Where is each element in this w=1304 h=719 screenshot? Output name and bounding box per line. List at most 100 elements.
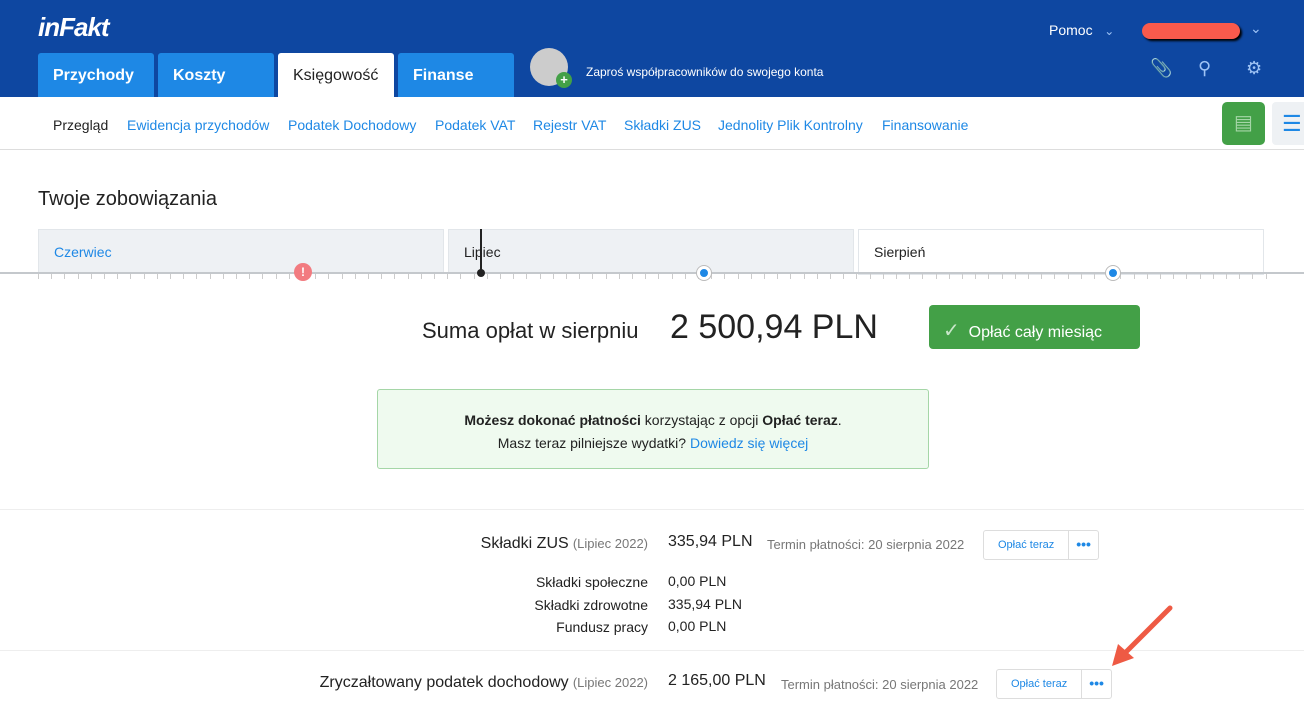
subnav-jpk[interactable]: Jednolity Plik Kontrolny <box>718 117 863 133</box>
tick <box>975 274 977 279</box>
tick <box>962 274 963 279</box>
item-name: Zryczałtowany podatek dochodowy <box>319 674 569 691</box>
invite-link[interactable]: Zaproś współpracowników do swojego konta <box>586 65 823 79</box>
tab-finanse[interactable]: Finanse <box>398 53 514 97</box>
tick <box>1239 274 1241 279</box>
tick <box>552 274 554 279</box>
gear-icon[interactable]: ⚙ <box>1246 58 1262 79</box>
tick <box>1001 274 1003 279</box>
tick <box>1041 274 1043 279</box>
sum-label: Suma opłat w sierpniu <box>422 318 639 343</box>
item-period: (Lipiec 2022) <box>572 536 648 551</box>
subnav-podatek-vat[interactable]: Podatek VAT <box>435 117 515 133</box>
tick <box>236 274 237 279</box>
tick <box>143 274 145 279</box>
tick <box>1252 274 1254 279</box>
avatar[interactable]: + <box>530 48 572 88</box>
logo[interactable]: inFakt <box>38 12 110 43</box>
tick <box>1080 274 1082 279</box>
tab-koszty[interactable]: Koszty <box>158 53 274 97</box>
chevron-down-icon[interactable]: ⌄ <box>1250 20 1262 37</box>
menu-button[interactable]: ☰ <box>1272 102 1304 145</box>
tick <box>605 274 607 279</box>
info-box: Możesz dokonać płatności korzystając z o… <box>377 389 929 469</box>
pay-now-button[interactable]: Opłać teraz <box>997 670 1083 698</box>
sub-value: 335,94 PLN <box>668 595 742 612</box>
info-text: . <box>837 412 842 428</box>
tick <box>830 274 831 279</box>
tab-ksiegowosc[interactable]: Księgowość <box>278 53 394 97</box>
timeline-point[interactable] <box>697 266 711 280</box>
pay-now-button[interactable]: Opłać teraz <box>984 531 1070 559</box>
tick <box>935 274 937 279</box>
tick <box>170 274 171 279</box>
subnav-przeglad[interactable]: Przegląd <box>53 117 108 133</box>
tick <box>394 274 396 279</box>
warning-icon[interactable]: ! <box>294 263 312 281</box>
pay-all-button[interactable]: ✓ Opłać cały miesiąc <box>929 305 1140 349</box>
learn-more-link[interactable]: Dowiedz się więcej <box>690 435 808 451</box>
sub-values: 0,00 PLN 335,94 PLN 0,00 PLN <box>668 570 742 638</box>
subnav-skladki-zus[interactable]: Składki ZUS <box>624 117 701 133</box>
tick <box>407 274 409 279</box>
item-due: Termin płatności: 20 sierpnia 2022 <box>781 677 979 692</box>
tick <box>90 274 92 279</box>
tick <box>64 274 66 279</box>
tick <box>882 274 884 279</box>
print-button[interactable]: ▤ <box>1222 102 1265 145</box>
subnav-finansowanie[interactable]: Finansowanie <box>882 117 968 133</box>
info-bold: Opłać teraz <box>762 412 838 428</box>
more-options-button[interactable]: ••• <box>1082 670 1111 698</box>
tick <box>843 274 845 279</box>
tick <box>434 274 435 279</box>
tick <box>249 274 251 279</box>
chevron-down-icon: ⌄ <box>1104 24 1115 38</box>
month-sierpien[interactable]: Sierpień <box>858 229 1264 275</box>
more-options-button[interactable]: ••• <box>1069 531 1098 559</box>
tick <box>1212 274 1214 279</box>
sub-label: Fundusz pracy <box>556 619 648 635</box>
tab-przychody[interactable]: Przychody <box>38 53 154 97</box>
paperclip-icon[interactable]: 📎 <box>1150 58 1172 79</box>
tick <box>632 274 633 279</box>
month-czerwiec[interactable]: Czerwiec <box>38 229 444 273</box>
tick <box>460 274 462 279</box>
subnav-podatek-dochodowy[interactable]: Podatek Dochodowy <box>288 117 416 133</box>
tick <box>500 274 501 279</box>
subnav-ewidencja[interactable]: Ewidencja przychodów <box>127 117 269 133</box>
print-icon: ▤ <box>1234 112 1253 134</box>
month-lipiec[interactable]: Lipiec <box>448 229 854 273</box>
redacted-account-name[interactable] <box>1142 23 1240 39</box>
item-amount: 2 165,00 PLN <box>668 672 766 689</box>
timeline-point[interactable] <box>1106 266 1120 280</box>
tick <box>856 274 858 279</box>
search-icon[interactable]: ⚲ <box>1198 58 1211 79</box>
tick <box>209 274 211 279</box>
tick <box>724 274 726 279</box>
pay-all-label: Opłać cały miesiąc <box>968 324 1103 341</box>
tick <box>750 274 752 279</box>
tick <box>1054 274 1056 279</box>
hamburger-icon: ☰ <box>1282 111 1302 136</box>
item-period: (Lipiec 2022) <box>572 675 648 690</box>
tick <box>77 274 79 279</box>
tick <box>104 274 105 279</box>
tick <box>196 274 198 279</box>
tick <box>420 274 422 279</box>
tick <box>618 274 620 279</box>
tick <box>328 274 330 279</box>
tick <box>117 274 119 279</box>
subnav-rejestr-vat[interactable]: Rejestr VAT <box>533 117 606 133</box>
tick <box>1028 274 1029 279</box>
item-due: Termin płatności: 20 sierpnia 2022 <box>767 537 965 552</box>
sub-labels: Składki społeczne Składki zdrowotne Fund… <box>534 571 648 639</box>
tick <box>579 274 581 279</box>
page-title: Twoje zobowiązania <box>38 188 217 210</box>
tick <box>671 274 673 279</box>
tick <box>1186 274 1188 279</box>
tick <box>1067 274 1069 279</box>
help-menu[interactable]: Pomoc ⌄ <box>1049 22 1114 38</box>
tick <box>486 274 488 279</box>
help-label: Pomoc <box>1049 22 1093 38</box>
sum-value: 2 500,94 PLN <box>670 308 878 346</box>
